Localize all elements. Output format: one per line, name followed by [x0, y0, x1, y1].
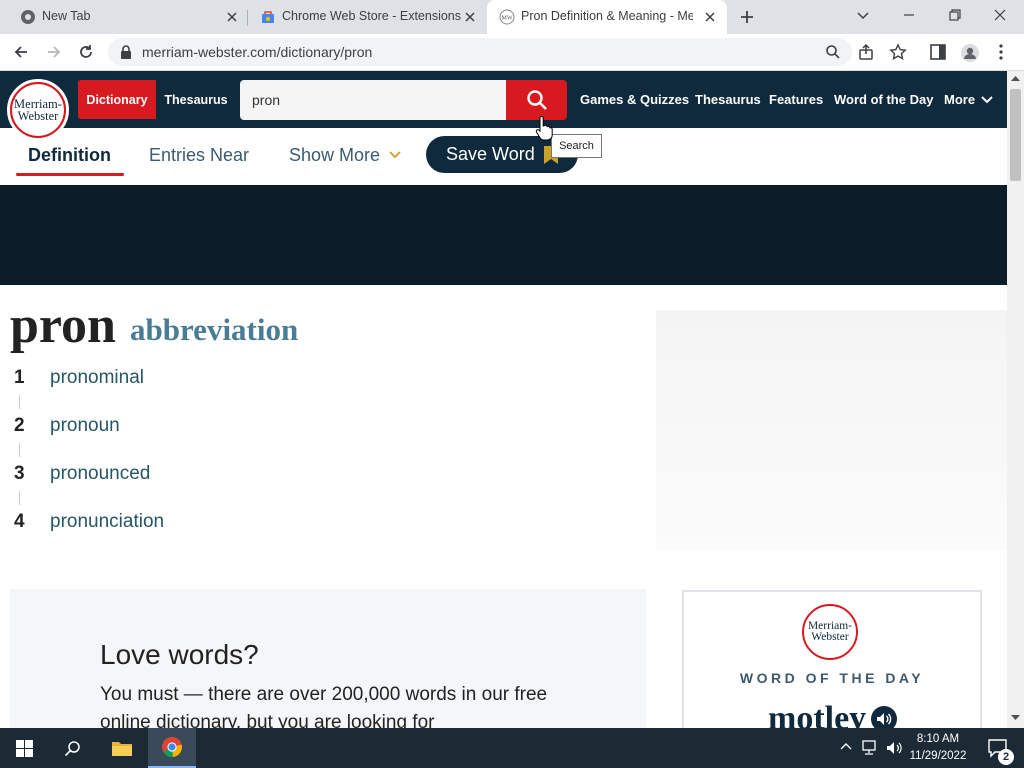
system-clock[interactable]: 8:10 AM 11/29/2022: [906, 731, 970, 765]
headword: pron: [10, 297, 116, 354]
minimize-icon[interactable]: [901, 7, 917, 23]
tab-pron-definition[interactable]: MW Pron Definition & Meaning - Me: [487, 0, 727, 34]
sense-divider: [19, 491, 20, 505]
nav-features[interactable]: Features: [769, 92, 823, 107]
svg-text:MW: MW: [502, 16, 513, 22]
sense-link[interactable]: pronunciation: [50, 511, 164, 533]
windows-logo-icon: [15, 739, 33, 757]
back-arrow-icon[interactable]: [12, 43, 30, 61]
merriam-webster-logo[interactable]: Merriam- Webster: [7, 79, 69, 141]
notification-count-badge: 2: [998, 749, 1014, 765]
search-tooltip: Search: [551, 134, 602, 158]
bookmark-star-icon[interactable]: [889, 43, 907, 61]
notification-center-button[interactable]: 2: [978, 728, 1018, 768]
nav-word-of-the-day[interactable]: Word of the Day: [834, 92, 933, 107]
zoom-search-icon[interactable]: [825, 44, 841, 60]
tab-entries-near[interactable]: Entries Near: [149, 145, 249, 166]
reload-icon[interactable]: [77, 43, 95, 61]
scroll-down-arrow-icon[interactable]: [1011, 715, 1020, 721]
clock-date: 11/29/2022: [909, 750, 967, 762]
sense-divider: [19, 443, 20, 457]
close-icon[interactable]: [702, 9, 718, 25]
tab-search-chevron-icon[interactable]: [855, 7, 871, 23]
site-header: Merriam- Webster Dictionary Thesaurus pr…: [0, 71, 1007, 141]
mw-icon: MW: [499, 9, 515, 25]
merriam-webster-logo: Merriam- Webster: [802, 604, 858, 660]
wotd-label: WORD OF THE DAY: [739, 670, 925, 686]
save-word-label: Save Word: [446, 144, 535, 164]
logo-text-line2: Webster: [17, 109, 59, 123]
forward-arrow-icon[interactable]: [45, 43, 63, 61]
close-icon[interactable]: [224, 9, 240, 25]
folder-icon: [111, 739, 133, 757]
search-icon: [64, 740, 81, 757]
webstore-icon: [260, 9, 276, 25]
promo-title: Love words?: [100, 639, 259, 670]
new-tab-plus-icon[interactable]: [738, 8, 756, 26]
search-input[interactable]: pron: [240, 80, 506, 120]
page-scrollbar[interactable]: [1007, 71, 1024, 728]
dictionary-tab[interactable]: Dictionary: [78, 80, 156, 119]
tab-definition[interactable]: Definition: [28, 145, 111, 166]
nav-games-quizzes[interactable]: Games & Quizzes: [580, 92, 689, 107]
chevron-down-icon[interactable]: [980, 95, 994, 105]
love-words-promo: Love words? You must — there are over 20…: [10, 589, 646, 733]
menu-kebab-icon[interactable]: [996, 43, 1006, 61]
sense-number: 4: [14, 511, 25, 532]
close-icon[interactable]: [462, 9, 478, 25]
url-text[interactable]: merriam-webster.com/dictionary/pron: [142, 44, 372, 60]
right-ad-slot: [656, 310, 1007, 550]
lock-icon[interactable]: [120, 45, 132, 59]
taskbar-search-button[interactable]: [48, 728, 96, 768]
chrome-icon: [161, 736, 183, 758]
network-icon[interactable]: [862, 740, 880, 756]
hand-pointer-cursor-icon: [535, 116, 553, 142]
volume-icon[interactable]: [886, 740, 904, 756]
word-of-the-day-card[interactable]: Merriam- Webster WORD OF THE DAY motley: [682, 590, 982, 737]
nav-more[interactable]: More: [944, 92, 975, 107]
sense-number: 2: [14, 415, 25, 436]
tab-strip: New Tab Chrome Web Store - Extensions MW…: [0, 0, 1024, 34]
tab-title: Pron Definition & Meaning - Me: [521, 9, 693, 23]
sense-number: 1: [14, 367, 25, 388]
start-button[interactable]: [0, 728, 48, 768]
restore-icon[interactable]: [947, 7, 963, 23]
tab-title: Chrome Web Store - Extensions: [282, 9, 462, 23]
thesaurus-tab[interactable]: Thesaurus: [156, 80, 236, 119]
windows-taskbar: 8:10 AM 11/29/2022 2: [0, 728, 1024, 768]
address-bar[interactable]: merriam-webster.com/dictionary/pron: [108, 38, 852, 66]
ad-banner: [0, 185, 1007, 285]
logo-text-line2: Webster: [811, 631, 849, 643]
share-icon[interactable]: [857, 43, 875, 61]
search-icon: [526, 89, 548, 111]
tab-chrome-web-store[interactable]: Chrome Web Store - Extensions: [248, 0, 486, 34]
tab-title: New Tab: [42, 9, 91, 23]
profile-avatar-icon[interactable]: [960, 43, 980, 63]
side-panel-icon[interactable]: [929, 43, 947, 61]
sense-link[interactable]: pronoun: [50, 415, 120, 437]
scroll-up-arrow-icon[interactable]: [1011, 75, 1020, 81]
sense-link[interactable]: pronounced: [50, 463, 150, 485]
clock-time: 8:10 AM: [916, 733, 960, 745]
chrome-icon: [20, 9, 36, 25]
window-close-icon[interactable]: [992, 7, 1008, 23]
browser-toolbar: merriam-webster.com/dictionary/pron: [0, 34, 1024, 71]
chevron-down-icon[interactable]: [389, 151, 401, 159]
sense-number: 3: [14, 463, 25, 484]
entry-subnav: Definition Entries Near Show More Save W…: [0, 128, 1007, 185]
chevron-up-icon[interactable]: [840, 742, 852, 750]
nav-thesaurus[interactable]: Thesaurus: [695, 92, 761, 107]
file-explorer-button[interactable]: [98, 728, 146, 768]
scrollbar-thumb[interactable]: [1010, 89, 1021, 181]
sense-divider: [19, 395, 20, 409]
active-tab-underline: [16, 173, 124, 176]
search-button[interactable]: [506, 80, 567, 120]
tab-new-tab[interactable]: New Tab: [8, 0, 246, 34]
sense-link[interactable]: pronominal: [50, 367, 144, 389]
show-more-dropdown[interactable]: Show More: [289, 145, 380, 166]
chrome-taskbar-button[interactable]: [148, 728, 196, 768]
function-label: abbreviation: [130, 312, 299, 347]
